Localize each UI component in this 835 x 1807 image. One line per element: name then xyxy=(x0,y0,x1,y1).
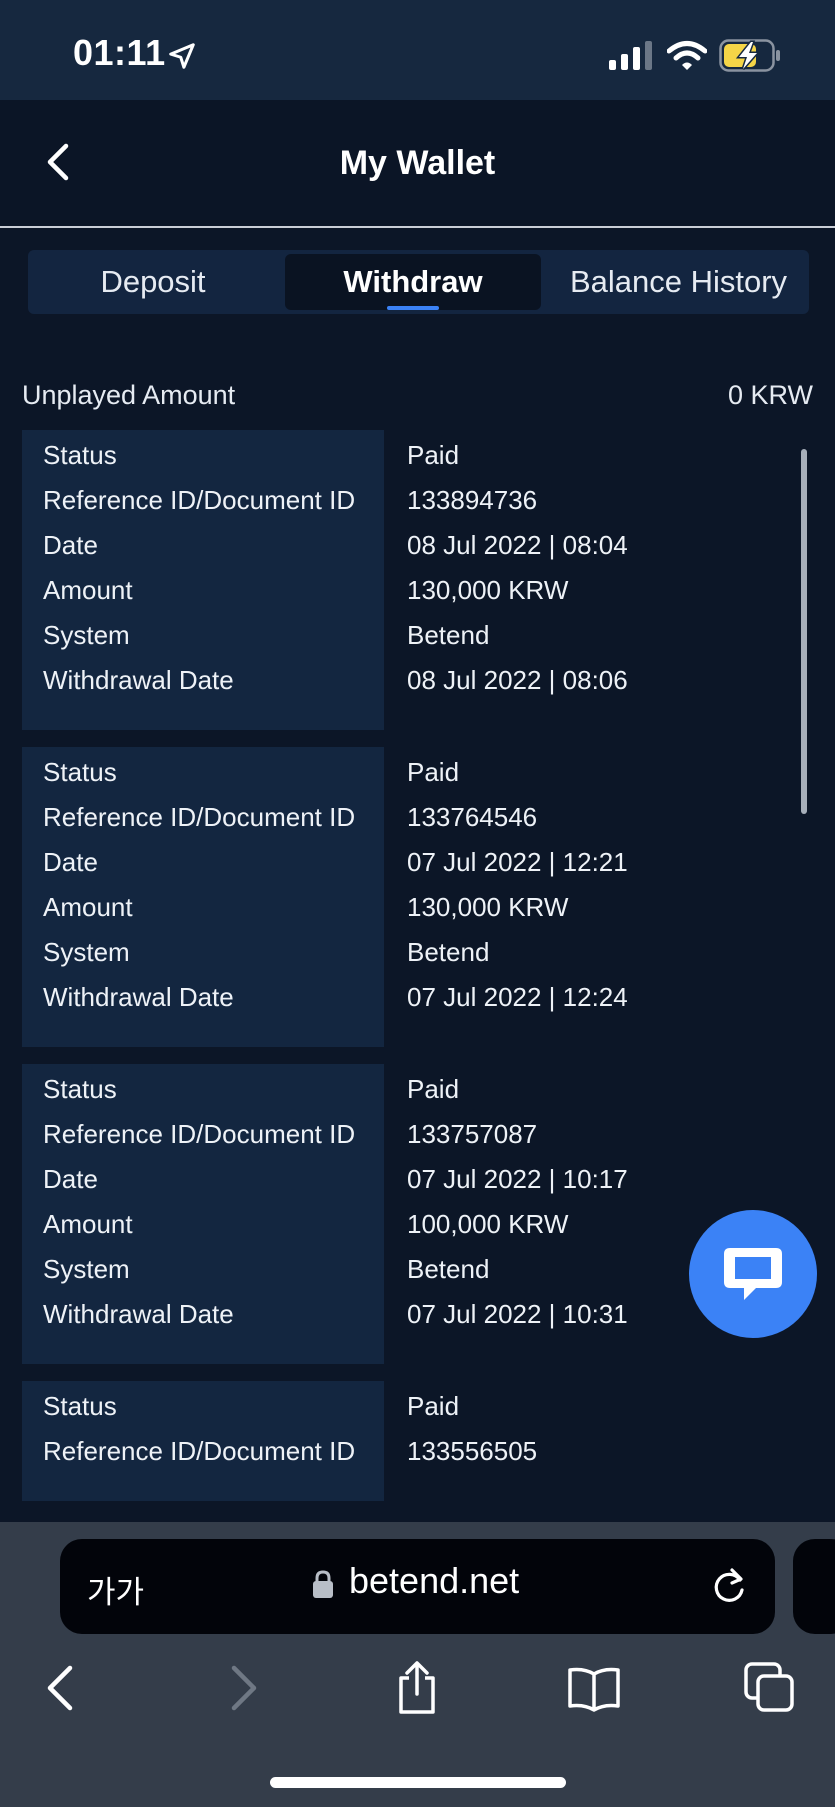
reference-value: 133764546 xyxy=(407,802,538,832)
location-arrow-icon xyxy=(169,43,195,69)
withdrawal-record: Status Reference ID/Document ID Paid 133… xyxy=(0,1381,835,1501)
app-header: My Wallet xyxy=(0,100,835,228)
system-label: System xyxy=(43,1254,130,1284)
unplayed-amount-value: 0 KRW xyxy=(727,380,813,410)
live-chat-button[interactable] xyxy=(689,1210,817,1338)
active-tab-indicator xyxy=(387,306,439,310)
status-value: Paid xyxy=(407,757,460,787)
status-label: Status xyxy=(43,440,117,470)
withdrawal-date-label: Withdrawal Date xyxy=(43,665,234,695)
reference-label: Reference ID/Document ID xyxy=(43,802,356,832)
address-bar[interactable]: 가가 betend.net xyxy=(60,1539,775,1634)
withdrawal-record: Status Reference ID/Document ID Date Amo… xyxy=(0,430,835,730)
amount-value: 130,000 KRW xyxy=(407,892,569,922)
status-time: 01:11 xyxy=(73,32,166,73)
date-value: 08 Jul 2022 | 08:04 xyxy=(407,530,628,560)
record-label-panel: Status Reference ID/Document ID Date Amo… xyxy=(22,430,384,730)
system-value: Betend xyxy=(407,937,490,967)
withdrawal-records[interactable]: Status Reference ID/Document ID Date Amo… xyxy=(0,430,835,1522)
lock-icon xyxy=(313,1570,333,1598)
tab-withdraw[interactable]: Withdraw xyxy=(285,254,541,310)
nav-forward-icon[interactable] xyxy=(214,1660,270,1716)
reference-value: 133556505 xyxy=(407,1436,538,1466)
next-tab-address-bar[interactable] xyxy=(793,1539,835,1634)
signal-icon xyxy=(609,41,652,70)
withdrawal-record: Status Reference ID/Document ID Date Amo… xyxy=(0,747,835,1047)
withdrawal-date-value: 08 Jul 2022 | 08:06 xyxy=(407,665,628,695)
date-label: Date xyxy=(43,1164,98,1194)
status-label: Status xyxy=(43,1074,117,1104)
date-label: Date xyxy=(43,847,98,877)
amount-label: Amount xyxy=(43,575,133,605)
amount-value: 100,000 KRW xyxy=(407,1209,569,1239)
withdrawal-date-label: Withdrawal Date xyxy=(43,1299,234,1329)
text-size-button[interactable]: 가가 xyxy=(87,1567,144,1612)
system-value: Betend xyxy=(407,620,490,650)
withdrawal-date-value: 07 Jul 2022 | 10:31 xyxy=(407,1299,628,1329)
system-label: System xyxy=(43,937,130,967)
status-value: Paid xyxy=(407,1391,460,1421)
page-title: My Wallet xyxy=(339,144,496,182)
amount-label: Amount xyxy=(43,1209,133,1239)
wallet-tabs: Deposit Withdraw Balance History xyxy=(28,250,809,314)
share-icon[interactable] xyxy=(389,1660,445,1716)
bookmarks-icon[interactable] xyxy=(566,1660,622,1716)
status-label: Status xyxy=(43,1391,117,1421)
status-label: Status xyxy=(43,757,117,787)
reference-label: Reference ID/Document ID xyxy=(43,1436,356,1466)
home-indicator xyxy=(270,1777,566,1788)
reference-label: Reference ID/Document ID xyxy=(43,485,356,515)
nav-back-icon[interactable] xyxy=(34,1660,90,1716)
record-label-panel: Status Reference ID/Document ID xyxy=(22,1381,384,1501)
reference-value: 133894736 xyxy=(407,485,538,515)
status-value: Paid xyxy=(407,1074,460,1104)
tab-balance-history[interactable]: Balance History xyxy=(548,254,809,310)
system-label: System xyxy=(43,620,130,650)
url-text[interactable]: betend.net xyxy=(349,1560,519,1602)
record-label-panel: Status Reference ID/Document ID Date Amo… xyxy=(22,1064,384,1364)
battery-charging-icon xyxy=(719,39,780,72)
withdrawal-date-value: 07 Jul 2022 | 12:24 xyxy=(407,982,628,1012)
wifi-icon xyxy=(667,41,707,70)
unplayed-amount-label: Unplayed Amount xyxy=(22,380,236,410)
tabs-icon[interactable] xyxy=(742,1660,798,1716)
system-value: Betend xyxy=(407,1254,490,1284)
record-label-panel: Status Reference ID/Document ID Date Amo… xyxy=(22,747,384,1047)
date-value: 07 Jul 2022 | 12:21 xyxy=(407,847,628,877)
reload-icon[interactable] xyxy=(710,1566,748,1606)
chat-bubble-icon xyxy=(724,1248,782,1300)
records-scrollbar[interactable] xyxy=(801,449,807,814)
tab-withdraw-label: Withdraw xyxy=(343,264,483,299)
status-bar: 01:11 xyxy=(0,0,835,100)
reference-value: 133757087 xyxy=(407,1119,538,1149)
amount-value: 130,000 KRW xyxy=(407,575,569,605)
withdrawal-date-label: Withdrawal Date xyxy=(43,982,234,1012)
amount-label: Amount xyxy=(43,892,133,922)
status-value: Paid xyxy=(407,440,460,470)
reference-label: Reference ID/Document ID xyxy=(43,1119,356,1149)
tab-deposit[interactable]: Deposit xyxy=(28,254,278,310)
date-label: Date xyxy=(43,530,98,560)
date-value: 07 Jul 2022 | 10:17 xyxy=(407,1164,628,1194)
browser-toolbar: 가가 betend.net xyxy=(0,1522,835,1807)
